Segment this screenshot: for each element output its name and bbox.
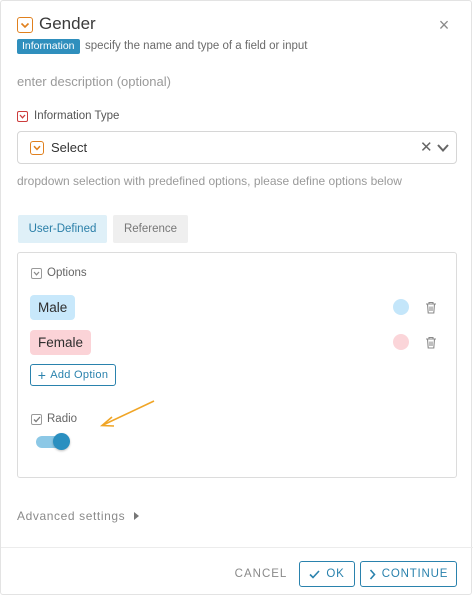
radio-toggle[interactable] [36, 433, 70, 450]
ok-label: OK [326, 568, 345, 580]
continue-button[interactable]: CONTINUE [360, 561, 457, 587]
cancel-button[interactable]: CANCEL [231, 562, 291, 586]
option-chip-female[interactable]: Female [30, 330, 92, 355]
add-option-button[interactable]: + Add Option [30, 364, 116, 386]
information-type-label-text: Information Type [34, 110, 120, 122]
information-type-hint: dropdown selection with predefined optio… [17, 174, 402, 188]
checkbox-checked-icon [31, 413, 42, 425]
chevron-down-box-icon [17, 110, 28, 122]
plus-icon: + [37, 367, 47, 383]
information-badge: Information [17, 39, 80, 54]
tab-user-defined[interactable]: User-Defined [18, 215, 107, 243]
chevron-right-icon [369, 568, 376, 580]
add-option-label: Add Option [50, 369, 109, 381]
select-value: Select [51, 140, 88, 155]
advanced-settings-toggle[interactable]: Advanced settings [17, 509, 140, 523]
chevron-down-icon[interactable] [436, 141, 450, 155]
information-text: specify the name and type of a field or … [85, 40, 308, 52]
option-color-dot-male[interactable] [393, 299, 409, 315]
chevron-down-box-icon [17, 17, 33, 33]
field-editor-dialog: Gender × Information specify the name an… [0, 0, 473, 595]
options-label-text: Options [47, 267, 87, 279]
field-title: Gender [39, 14, 96, 33]
description-input[interactable] [17, 71, 457, 91]
option-color-dot-female[interactable] [393, 334, 409, 350]
chevron-down-box-icon [30, 141, 44, 155]
information-type-label: Information Type [17, 108, 119, 124]
information-type-select[interactable]: Select ✕ [17, 131, 457, 164]
ok-button[interactable]: OK [299, 561, 355, 587]
radio-label: Radio [31, 413, 77, 425]
tab-reference[interactable]: Reference [113, 215, 188, 243]
continue-label: CONTINUE [381, 568, 449, 580]
radio-label-text: Radio [47, 413, 78, 425]
option-chip-male[interactable]: Male [30, 295, 76, 320]
annotation-arrow-icon [99, 400, 155, 427]
clear-icon[interactable]: ✕ [420, 138, 433, 156]
trash-icon[interactable] [425, 301, 437, 314]
footer-divider [1, 547, 473, 548]
options-label: Options [31, 267, 87, 279]
caret-right-icon [134, 512, 140, 520]
trash-icon[interactable] [425, 336, 437, 349]
advanced-settings-label: Advanced settings [17, 509, 126, 523]
toggle-knob [53, 433, 70, 450]
check-icon [309, 569, 320, 579]
chevron-down-box-icon [31, 267, 42, 279]
close-icon[interactable]: × [435, 16, 453, 34]
